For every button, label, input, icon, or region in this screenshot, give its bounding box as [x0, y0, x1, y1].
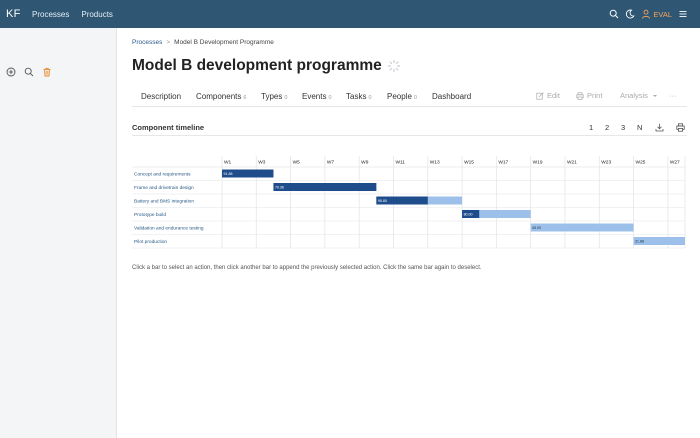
gantt-bar-label: 79.36: [275, 185, 284, 189]
print-label: Print: [587, 91, 603, 100]
tab-label: People: [387, 92, 412, 101]
sidebar-toolbar: [6, 67, 52, 77]
gantt-week-label: W9: [361, 160, 369, 166]
search-icon[interactable]: [24, 67, 34, 77]
moon-icon[interactable]: [625, 9, 636, 19]
user-label: EVAL: [653, 9, 672, 19]
analysis-dropdown[interactable]: Analysis: [620, 91, 659, 100]
tab-components[interactable]: Components 6: [196, 92, 246, 101]
chevron-down-icon: [652, 94, 657, 97]
gantt-week-label: W15: [464, 160, 474, 166]
gantt-week-label: W23: [601, 160, 611, 166]
download-icon[interactable]: [655, 123, 664, 132]
breadcrumb-current: Model B Development Programme: [174, 39, 274, 46]
tab-events[interactable]: Events 0: [302, 92, 332, 101]
gantt-bar-label: 91.88: [224, 172, 233, 176]
gantt-week-label: W3: [258, 160, 266, 166]
gantt-week-label: W11: [395, 160, 405, 166]
print-button[interactable]: Print: [576, 91, 602, 100]
page-header: Model B development programme: [132, 57, 401, 75]
level-n-button[interactable]: N: [637, 123, 642, 132]
gantt-bar-label: 95.80: [378, 199, 387, 203]
tab-people[interactable]: People 0: [387, 92, 417, 101]
gantt-row-label: Battery and BMS integration: [134, 199, 194, 205]
gantt-bar-label: 80.00: [464, 212, 473, 216]
timeline-section-header: Component timeline 1 2 3 N: [132, 120, 687, 136]
tab-label: Tasks: [346, 92, 367, 101]
gantt-row-label: Pilot production: [134, 239, 167, 245]
edit-icon: [536, 91, 544, 100]
gantt-row-label: Concept and requirements: [134, 172, 191, 178]
breadcrumb-processes[interactable]: Processes: [132, 39, 162, 46]
tab-count: 0: [328, 95, 332, 101]
topbar-actions: EVAL: [609, 0, 688, 28]
gantt-week-label: W27: [670, 160, 680, 166]
gantt-week-label: W21: [567, 160, 577, 166]
search-icon[interactable]: [609, 9, 619, 19]
gantt-week-label: W25: [636, 160, 646, 166]
tab-description[interactable]: Description: [141, 92, 181, 101]
breadcrumb-separator: >: [166, 39, 171, 46]
gantt-week-label: W17: [498, 160, 508, 166]
timeline-help-text: Click a bar to select an action, then cl…: [132, 265, 482, 271]
gantt-bar-label: 31.88: [635, 239, 644, 243]
nav-products[interactable]: Products: [81, 10, 113, 19]
tab-label: Types: [261, 92, 283, 101]
tab-count: 6: [243, 95, 247, 101]
gantt-week-label: W13: [430, 160, 440, 166]
menu-icon[interactable]: [678, 9, 688, 19]
level-2-button[interactable]: 2: [605, 123, 609, 132]
gantt-week-label: W7: [327, 160, 335, 166]
tab-label: Description: [141, 92, 182, 101]
tab-label: Events: [302, 92, 327, 101]
tab-count: 0: [368, 95, 372, 101]
gantt-week-label: W1: [224, 160, 232, 166]
nav-processes[interactable]: Processes: [32, 10, 69, 19]
edit-label: Edit: [547, 91, 560, 100]
sidebar: [0, 28, 117, 438]
tab-label: Components: [196, 92, 242, 101]
gantt-bar-progress: [273, 183, 377, 191]
component-timeline-gantt: W1 W3 W5 W7 W9 W11 W13 W15 W17 W19 W21 W23 W25 W27 Con…: [132, 153, 687, 273]
gantt-row-label: Validation and endurance testing: [134, 226, 204, 232]
top-navbar: KF Processes Products EVAL: [0, 0, 700, 28]
gantt-row-label: Frame and drivetrain design: [134, 185, 194, 191]
gantt-bar-label: 45.00: [532, 226, 541, 230]
tab-count: 0: [413, 95, 417, 101]
print-icon[interactable]: [676, 123, 685, 132]
level-3-button[interactable]: 3: [621, 123, 625, 132]
user-icon: [642, 9, 651, 19]
gantt-row-label: Prototype build: [134, 212, 166, 218]
level-1-button[interactable]: 1: [589, 123, 593, 132]
add-circle-icon[interactable]: [6, 67, 16, 77]
section-title: Component timeline: [132, 123, 205, 132]
print-icon: [576, 91, 584, 100]
edit-button[interactable]: Edit: [536, 91, 560, 100]
gantt-bar: [530, 223, 634, 232]
tab-dashboard[interactable]: Dashboard: [432, 92, 471, 101]
tab-tasks[interactable]: Tasks 0: [346, 92, 372, 101]
tab-bar: Description Components 6 Types 0 Events 0 T…: [132, 87, 687, 107]
loading-spinner-icon: [387, 59, 400, 73]
gantt-week-label: W19: [533, 160, 543, 166]
more-button[interactable]: ···: [669, 91, 677, 100]
gantt-chart: W1 W3 W5 W7 W9 W11 W13 W15 W17 W19 W21 W23 W25 W27 Con…: [132, 156, 686, 249]
tab-label: Dashboard: [432, 92, 472, 101]
tab-count: 0: [284, 95, 288, 101]
gantt-week-label: W5: [293, 160, 301, 166]
page-title: Model B development programme: [132, 57, 382, 74]
trash-icon[interactable]: [42, 67, 52, 77]
tab-types[interactable]: Types 0: [261, 92, 287, 101]
app-logo[interactable]: KF: [6, 8, 26, 20]
analysis-label: Analysis: [620, 91, 648, 100]
user-menu[interactable]: EVAL: [641, 9, 672, 19]
breadcrumb: Processes > Model B Development Programme: [132, 39, 274, 46]
